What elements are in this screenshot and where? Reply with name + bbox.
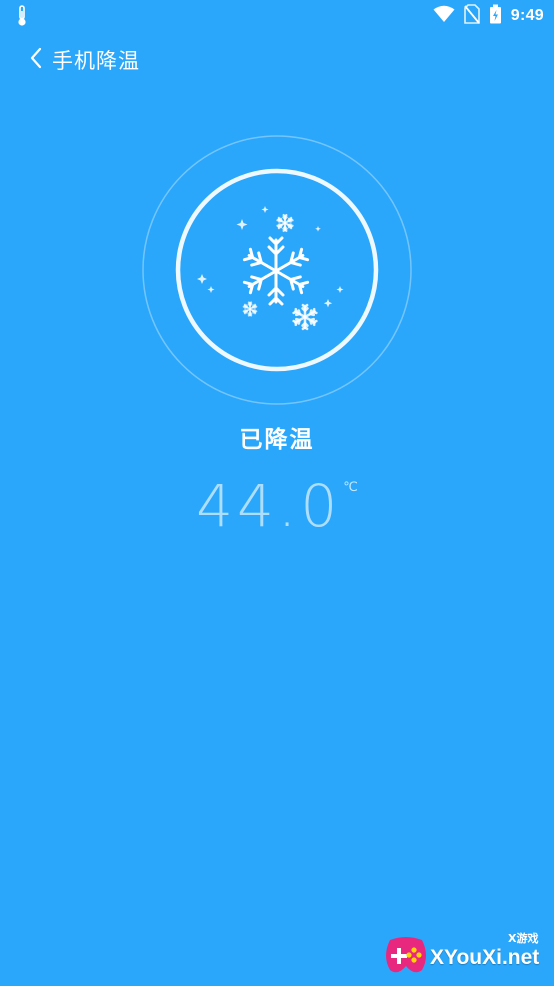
back-button[interactable] bbox=[16, 38, 56, 82]
wifi-icon bbox=[433, 5, 455, 27]
page-title: 手机降温 bbox=[52, 49, 140, 73]
cooling-indicator bbox=[141, 134, 413, 406]
temperature-display: 44.0 ℃ bbox=[0, 470, 554, 542]
status-time: 9:49 bbox=[510, 7, 544, 24]
thermometer-icon bbox=[14, 5, 30, 27]
header: 手机降温 bbox=[0, 38, 554, 82]
small-snowflake-icon bbox=[242, 301, 258, 317]
screen: 9:49 手机降温 已降温 44.0 ℃ X游戏 XYouXi.net bbox=[0, 0, 554, 986]
battery-icon bbox=[489, 4, 502, 28]
status-icons: 9:49 bbox=[433, 4, 544, 28]
watermark-main-text: XYouXi.net bbox=[430, 946, 540, 969]
temperature-value: 44.0 bbox=[196, 472, 342, 540]
watermark-small-text: X游戏 bbox=[508, 932, 539, 945]
cooling-status-label: 已降温 bbox=[239, 427, 315, 453]
no-sim-icon bbox=[463, 4, 480, 28]
small-snowflake-icon bbox=[292, 303, 318, 331]
back-arrow-icon bbox=[29, 47, 43, 73]
status-bar: 9:49 bbox=[0, 0, 554, 32]
watermark: X游戏 XYouXi.net bbox=[384, 930, 550, 980]
small-snowflake-icon bbox=[276, 214, 294, 232]
gamepad-logo-icon bbox=[384, 936, 428, 976]
temperature-unit: ℃ bbox=[343, 480, 358, 495]
snowflake-icon bbox=[242, 236, 310, 306]
